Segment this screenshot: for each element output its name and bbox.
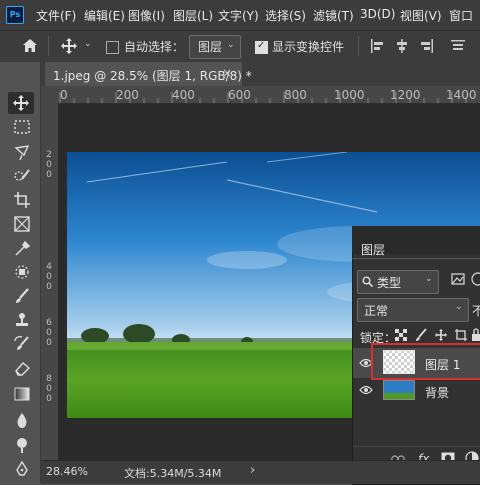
divider bbox=[358, 36, 359, 56]
menu-view[interactable]: 视图(V) bbox=[400, 7, 442, 24]
ruler-label: 0 bbox=[46, 338, 52, 348]
ruler-label: 8 bbox=[46, 374, 52, 384]
menu-file[interactable]: 文件(F) bbox=[36, 7, 76, 24]
ruler-label: 0 bbox=[46, 328, 52, 338]
eye-visibility-icon[interactable] bbox=[359, 384, 373, 396]
highlight-box bbox=[371, 343, 480, 380]
status-bar bbox=[41, 460, 480, 484]
auto-select-target-value: 图层 bbox=[198, 40, 223, 54]
gradient-tool-icon[interactable] bbox=[13, 385, 31, 403]
show-transform-label: 显示变换控件 bbox=[272, 40, 345, 54]
align-left-icon[interactable] bbox=[370, 38, 386, 54]
ruler-label: 2 bbox=[46, 150, 52, 160]
auto-select-label: 自动选择： bbox=[124, 40, 185, 54]
ruler-label: 0 bbox=[46, 282, 52, 292]
ruler-label: 800 bbox=[284, 88, 307, 102]
eyedropper-tool-icon[interactable] bbox=[13, 239, 31, 257]
filter-adjustment-icon[interactable] bbox=[471, 272, 480, 286]
menu-edit[interactable]: 编辑(E) bbox=[84, 7, 125, 24]
align-top-icon[interactable] bbox=[450, 38, 466, 54]
clone-stamp-tool-icon[interactable] bbox=[13, 311, 31, 329]
ruler-label: 0 bbox=[46, 394, 52, 404]
ruler-label: 0 bbox=[46, 160, 52, 170]
marquee-tool-icon[interactable] bbox=[13, 119, 31, 135]
ruler-label: 1000 bbox=[334, 88, 365, 102]
search-icon bbox=[362, 276, 373, 287]
opacity-label: 不 bbox=[472, 304, 480, 318]
menu-image[interactable]: 图像(I) bbox=[128, 7, 165, 24]
history-brush-tool-icon[interactable] bbox=[13, 335, 31, 353]
menu-layer[interactable]: 图层(L) bbox=[173, 7, 213, 24]
zoom-level[interactable]: 28.46% bbox=[46, 465, 88, 478]
menu-window[interactable]: 窗口 bbox=[449, 7, 473, 24]
ruler-label: 0 bbox=[46, 272, 52, 282]
pen-tool-icon[interactable] bbox=[13, 460, 31, 478]
auto-select-checkbox[interactable] bbox=[106, 41, 119, 54]
align-center-icon[interactable] bbox=[394, 38, 410, 54]
lock-all-icon[interactable] bbox=[472, 328, 480, 342]
layers-panel-title[interactable]: 图层 bbox=[361, 241, 385, 258]
ruler-label: 0 bbox=[46, 384, 52, 394]
home-icon[interactable] bbox=[22, 38, 38, 53]
brush-tool-icon[interactable] bbox=[13, 287, 31, 305]
ruler-label: 400 bbox=[172, 88, 195, 102]
eraser-tool-icon[interactable] bbox=[13, 359, 31, 377]
chevron-down-icon: ⌄ bbox=[425, 274, 433, 284]
lock-position-icon[interactable] bbox=[434, 328, 448, 342]
document-info[interactable]: 文档:5.34M/5.34M bbox=[124, 465, 221, 481]
lock-artboard-icon[interactable] bbox=[454, 328, 468, 342]
show-transform-checkbox[interactable] bbox=[255, 40, 268, 54]
healing-brush-tool-icon[interactable] bbox=[13, 263, 31, 281]
divider bbox=[353, 446, 480, 447]
lock-image-pixels-icon[interactable] bbox=[414, 328, 428, 342]
ruler-label: 4 bbox=[46, 262, 52, 272]
dodge-tool-icon[interactable] bbox=[13, 436, 31, 454]
ruler-label: 6 bbox=[46, 318, 52, 328]
ruler-label: 200 bbox=[116, 88, 139, 102]
align-right-icon[interactable] bbox=[418, 38, 434, 54]
divider bbox=[352, 258, 480, 259]
layer-thumbnail-background bbox=[383, 380, 415, 400]
frame-tool-icon[interactable] bbox=[13, 215, 31, 233]
ruler-label: 0 bbox=[46, 170, 52, 180]
chevron-down-icon[interactable]: ⌄ bbox=[84, 39, 92, 49]
ruler-label: 1200 bbox=[390, 88, 421, 102]
layer-name[interactable]: 背景 bbox=[425, 384, 449, 401]
divider bbox=[48, 36, 49, 56]
layer-filter-value: 类型 bbox=[377, 276, 402, 290]
ruler-label: 600 bbox=[228, 88, 251, 102]
menu-3d[interactable]: 3D(D) bbox=[360, 7, 395, 21]
chevron-down-icon: ⌄ bbox=[227, 40, 235, 50]
blur-tool-icon[interactable] bbox=[13, 411, 31, 429]
menu-filter[interactable]: 滤镜(T) bbox=[313, 7, 354, 24]
filter-pixel-layers-icon[interactable] bbox=[451, 272, 465, 286]
crop-tool-icon[interactable] bbox=[13, 191, 31, 209]
lock-transparent-pixels-icon[interactable] bbox=[395, 329, 407, 341]
move-tool-icon[interactable] bbox=[60, 37, 78, 55]
ruler-label: 1400 bbox=[446, 88, 477, 102]
menu-type[interactable]: 文字(Y) bbox=[218, 7, 259, 24]
menu-select[interactable]: 选择(S) bbox=[265, 7, 306, 24]
quick-selection-tool-icon[interactable] bbox=[13, 167, 31, 185]
close-icon[interactable]: × bbox=[222, 66, 232, 80]
status-menu-arrow-icon[interactable]: › bbox=[250, 463, 255, 478]
blend-mode-value: 正常 bbox=[364, 304, 389, 318]
lasso-tool-icon[interactable] bbox=[13, 143, 31, 161]
ruler-label: 0 bbox=[60, 88, 68, 102]
photoshop-logo-icon[interactable]: Ps bbox=[6, 6, 24, 24]
move-tool-icon[interactable] bbox=[12, 94, 30, 112]
chevron-down-icon: ⌄ bbox=[455, 302, 463, 312]
